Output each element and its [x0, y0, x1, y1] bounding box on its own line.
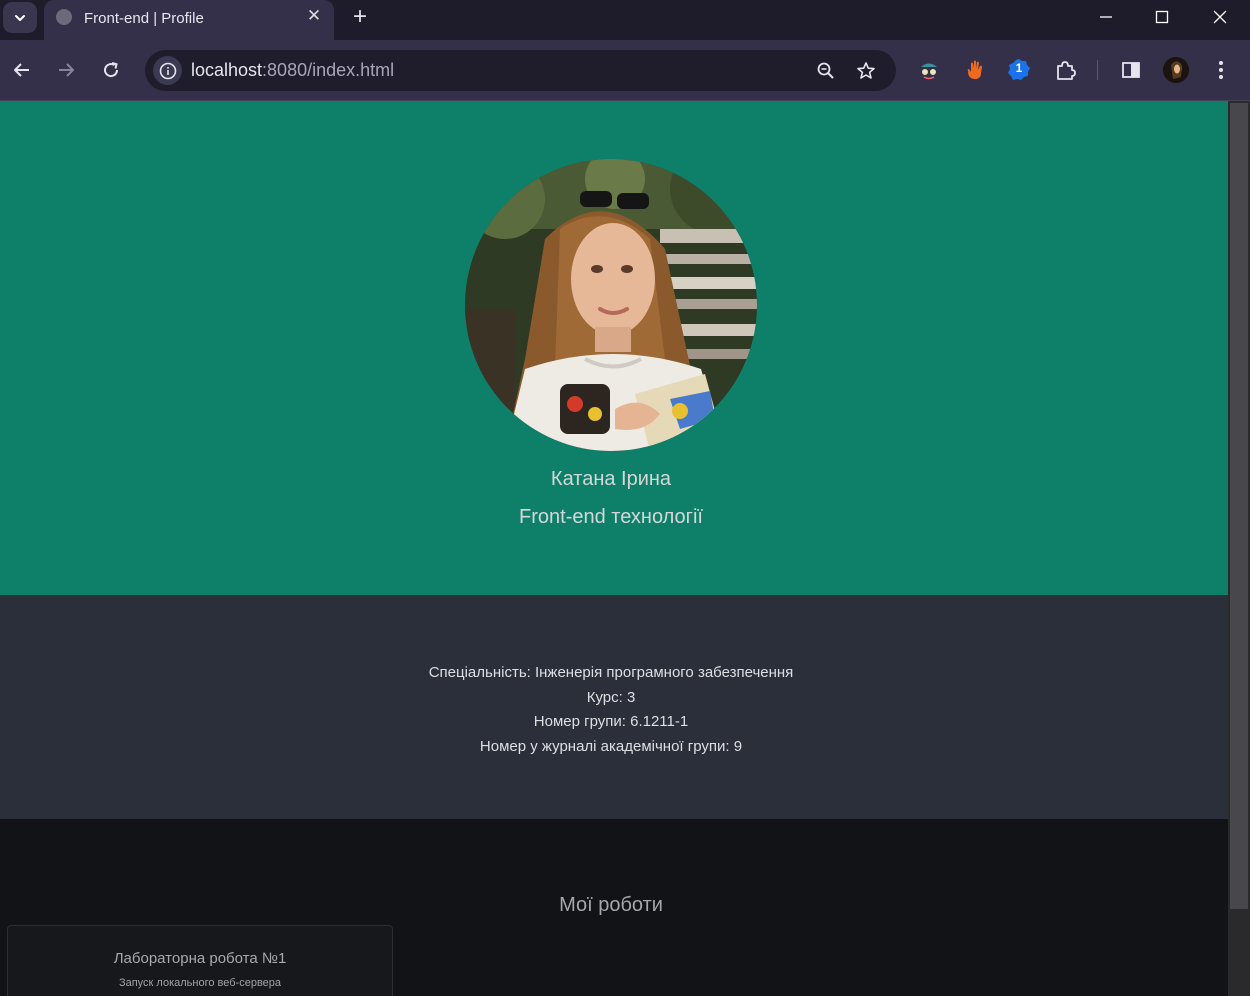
zoom-button[interactable] [814, 59, 838, 83]
url-text[interactable]: localhost:8080/index.html [191, 60, 394, 81]
bookmark-button[interactable] [854, 59, 878, 83]
work-card-description: Запуск локального веб-сервера [118, 977, 282, 989]
info-group-number: Номер групи: 6.1211-1 [533, 713, 689, 731]
new-tab-button[interactable]: + [346, 4, 374, 32]
works-section: Мої роботи Лабораторна робота №1 Запуск … [0, 819, 1228, 996]
address-bar[interactable]: localhost:8080/index.html [145, 50, 896, 91]
zoom-icon [817, 62, 834, 79]
extension-badge-count: 1 [1015, 61, 1023, 75]
page-viewport: Катана Ірина Front-end технології Спеціа… [0, 101, 1228, 996]
tab-close-icon[interactable]: ✕ [304, 6, 324, 26]
spy-glasses-icon [921, 63, 937, 80]
bookmark-star-icon [857, 62, 875, 79]
site-info-icon [159, 62, 176, 79]
forward-icon [59, 63, 74, 77]
profile-name: Катана Ірина [550, 468, 672, 490]
orange-hand-icon [967, 60, 982, 79]
work-card[interactable]: Лабораторна робота №1 Запуск локального … [7, 925, 393, 996]
back-icon [14, 63, 29, 77]
extension-badge-button[interactable]: 1 [1006, 57, 1032, 83]
browser-toolbar: localhost:8080/index.html 1 [0, 40, 1250, 101]
extension-icon [1057, 61, 1076, 80]
chevron-down-icon [15, 14, 25, 21]
side-panel-icon [1122, 62, 1140, 78]
extension-orange-button[interactable] [962, 57, 988, 83]
url-path: :8080/index.html [262, 60, 395, 80]
maximize-button[interactable] [1134, 0, 1190, 34]
info-specialty: Спеціальність: Інженерія програмного заб… [428, 664, 794, 681]
toolbar-divider [1097, 60, 1098, 80]
close-window-button[interactable] [1192, 0, 1248, 34]
tab-strip: Front-end | Profile ✕ + [0, 0, 1250, 42]
extensions-button[interactable] [1052, 57, 1078, 83]
extension-spy-button[interactable] [916, 57, 942, 83]
minimize-icon [1100, 16, 1112, 18]
maximize-icon [1155, 10, 1169, 24]
active-tab[interactable]: Front-end | Profile ✕ [44, 0, 334, 42]
profile-photo [465, 159, 757, 451]
close-icon [1213, 10, 1227, 24]
reload-button[interactable] [95, 54, 127, 86]
globe-icon [56, 9, 72, 25]
back-button[interactable] [6, 54, 38, 86]
side-panel-button[interactable] [1118, 57, 1144, 83]
info-journal-number: Номер у журналі академічної групи: 9 [479, 738, 743, 756]
profile-info-list: Спеціальність: Інженерія програмного заб… [0, 661, 1222, 760]
profile-picture-icon [1163, 57, 1189, 83]
forward-button[interactable] [50, 54, 82, 86]
browser-menu-button[interactable] [1208, 57, 1234, 83]
site-info-button[interactable] [153, 56, 182, 85]
info-course: Курс: 3 [586, 688, 636, 706]
work-card-title: Лабораторна робота №1 [113, 950, 287, 967]
reload-icon [104, 62, 119, 78]
scrollbar-thumb[interactable] [1230, 103, 1248, 909]
menu-icon [1219, 61, 1223, 79]
works-title: Мої роботи [559, 894, 663, 916]
tab-title: Front-end | Profile [84, 10, 204, 27]
profile-subtitle: Front-end технології [519, 506, 703, 528]
url-host: localhost [191, 60, 263, 80]
tab-search-button[interactable] [3, 2, 37, 33]
page-scrollbar[interactable] [1228, 101, 1250, 996]
profile-info-section: Спеціальність: Інженерія програмного заб… [0, 595, 1228, 819]
profile-header: Катана Ірина Front-end технології [0, 101, 1228, 595]
minimize-button[interactable] [1078, 0, 1134, 34]
profile-avatar[interactable] [1163, 57, 1189, 83]
